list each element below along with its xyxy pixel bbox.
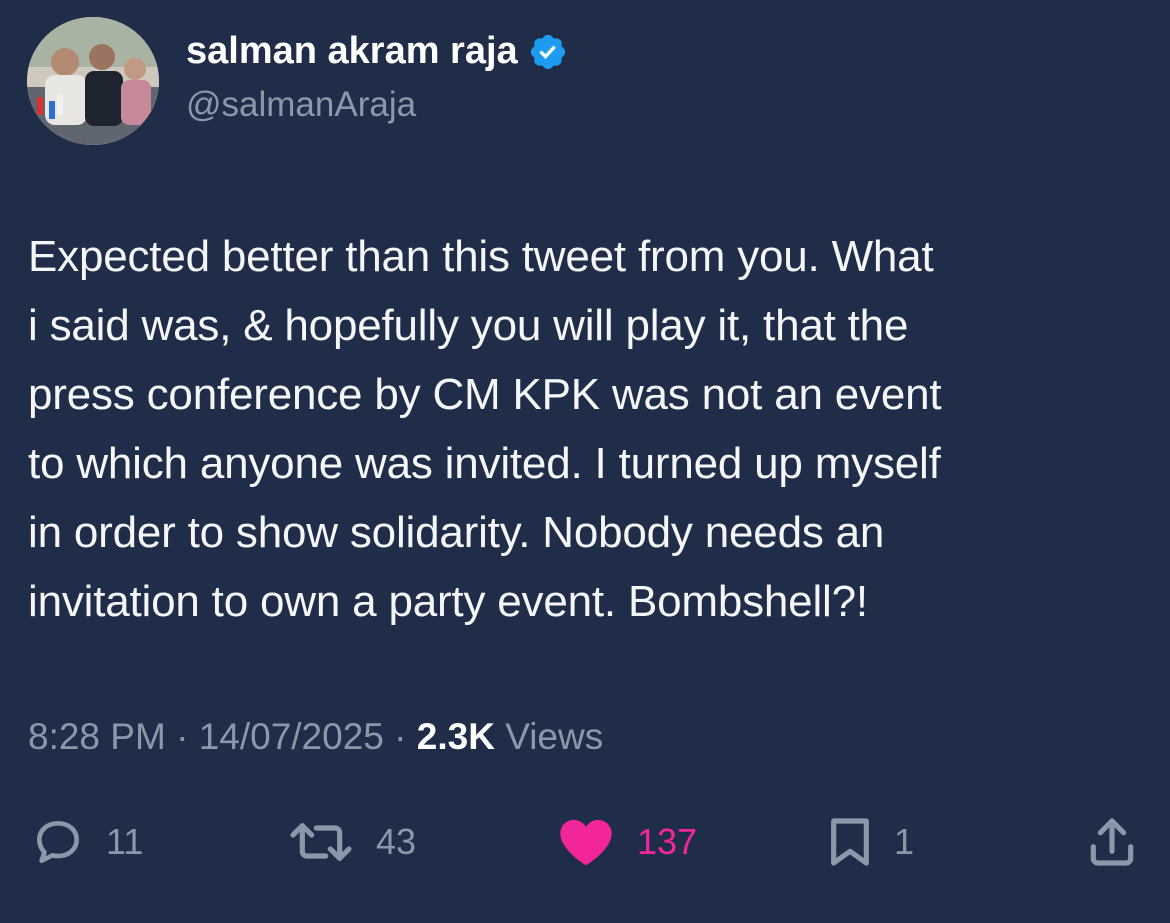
tweet-text-line: press conference by CM KPK was not an ev… — [28, 370, 942, 419]
author-name-text[interactable]: salman akram raja — [186, 30, 518, 73]
repost-arrows-icon — [290, 823, 352, 861]
views-label: Views — [505, 716, 604, 757]
reply-count: 11 — [106, 821, 144, 862]
tweet-meta: 8:28 PM · 14/07/2025 · 2.3K Views — [28, 716, 603, 758]
tweet-date[interactable]: 14/07/2025 — [199, 716, 384, 757]
repost-count: 43 — [376, 821, 417, 862]
avatar[interactable] — [27, 17, 159, 145]
tweet-text-line: to which anyone was invited. I turned up… — [28, 439, 941, 488]
share-upload-icon — [1090, 818, 1134, 866]
tweet-text-line: invitation to own a party event. Bombshe… — [28, 577, 868, 626]
repost-button[interactable]: 43 — [286, 812, 416, 872]
author-display-name[interactable]: salman akram raja — [186, 30, 568, 73]
bookmark-button[interactable]: 1 — [826, 812, 914, 872]
tweet-text-line: Expected better than this tweet from you… — [28, 232, 934, 281]
like-button[interactable]: 137 — [555, 812, 697, 872]
reply-button[interactable]: 11 — [30, 812, 143, 872]
meta-separator: · — [176, 716, 189, 757]
heart-filled-icon — [560, 819, 612, 866]
tweet-text: Expected better than this tweet from you… — [28, 222, 1148, 636]
meta-separator: · — [394, 716, 407, 757]
tweet-text-line: i said was, & hopefully you will play it… — [28, 301, 909, 350]
verified-badge-icon — [528, 32, 568, 72]
bookmark-count: 1 — [894, 821, 915, 862]
bookmark-icon — [831, 818, 869, 866]
tweet-text-line: in order to show solidarity. Nobody need… — [28, 508, 885, 557]
views-count: 2.3K — [416, 716, 495, 757]
author-handle[interactable]: @salmanAraja — [186, 85, 416, 125]
tweet-time[interactable]: 8:28 PM — [28, 716, 166, 757]
share-button[interactable] — [1082, 812, 1142, 872]
like-count: 137 — [637, 821, 698, 862]
speech-bubble-icon — [37, 821, 79, 863]
